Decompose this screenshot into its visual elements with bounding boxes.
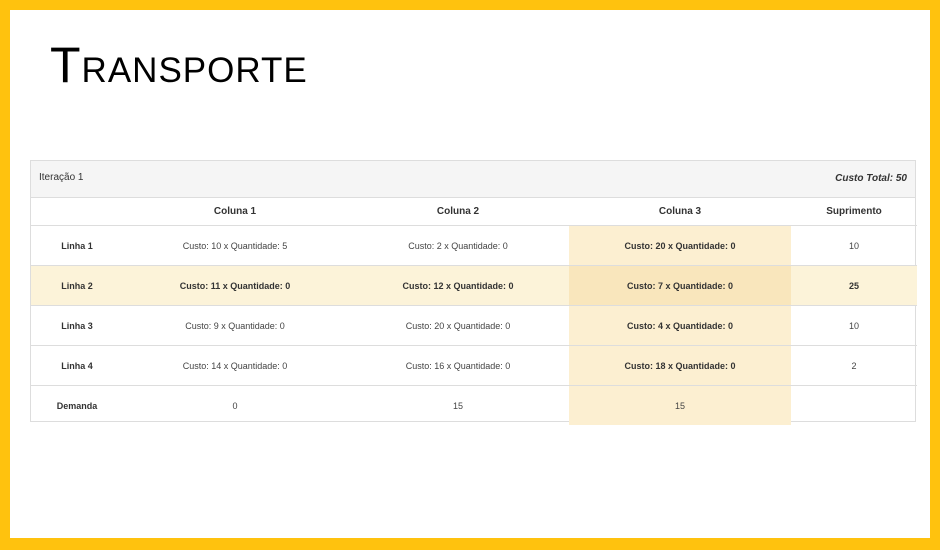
table-row-linha-1: Linha 1 Custo: 10 x Quantidade: 5 Custo:…	[31, 225, 917, 266]
demand-cell: 0	[123, 385, 347, 425]
table-row-linha-2: Linha 2 Custo: 11 x Quantidade: 0 Custo:…	[31, 265, 917, 306]
cost-cell: Custo: 11 x Quantidade: 0	[123, 265, 347, 306]
cost-cell: Custo: 20 x Quantidade: 0	[347, 305, 569, 346]
cost-cell: Custo: 4 x Quantidade: 0	[569, 305, 791, 346]
supply-cell: 10	[791, 305, 917, 346]
page-frame: Transporte Iteração 1 Custo Total: 50 Co…	[10, 10, 930, 538]
cost-cell: Custo: 16 x Quantidade: 0	[347, 345, 569, 386]
row-label: Linha 3	[31, 305, 123, 346]
iteration-label: Iteração 1	[39, 172, 84, 183]
supply-cell: 25	[791, 265, 917, 306]
table-header-row: Coluna 1 Coluna 2 Coluna 3 Suprimento	[31, 198, 917, 226]
header-coluna-2: Coluna 2	[436, 206, 480, 217]
table-row-demanda: Demanda 0 15 15	[31, 385, 917, 425]
supply-cell	[791, 385, 917, 425]
row-label: Linha 4	[31, 345, 123, 386]
cost-cell: Custo: 2 x Quantidade: 0	[347, 225, 569, 266]
demand-cell: 15	[347, 385, 569, 425]
total-cost-label: Custo Total: 50	[835, 173, 907, 184]
header-coluna-1: Coluna 1	[213, 206, 257, 217]
table-row-linha-3: Linha 3 Custo: 9 x Quantidade: 0 Custo: …	[31, 305, 917, 346]
row-label: Linha 2	[31, 265, 123, 306]
cost-cell: Custo: 20 x Quantidade: 0	[569, 225, 791, 266]
panel-heading: Iteração 1 Custo Total: 50	[31, 161, 915, 198]
supply-cell: 10	[791, 225, 917, 266]
cost-cell: Custo: 10 x Quantidade: 5	[123, 225, 347, 266]
row-label: Linha 1	[31, 225, 123, 266]
row-label: Demanda	[31, 385, 123, 425]
header-corner	[31, 198, 123, 226]
cost-cell: Custo: 14 x Quantidade: 0	[123, 345, 347, 386]
transport-table: Coluna 1 Coluna 2 Coluna 3 Suprimento Li…	[31, 198, 917, 425]
cost-cell: Custo: 18 x Quantidade: 0	[569, 345, 791, 386]
cost-cell: Custo: 7 x Quantidade: 0	[569, 265, 791, 306]
header-suprimento: Suprimento	[826, 206, 882, 217]
page-title: Transporte	[50, 37, 308, 93]
demand-cell: 15	[569, 385, 791, 425]
cost-cell: Custo: 9 x Quantidade: 0	[123, 305, 347, 346]
supply-cell: 2	[791, 345, 917, 386]
table-row-linha-4: Linha 4 Custo: 14 x Quantidade: 0 Custo:…	[31, 345, 917, 386]
header-coluna-3: Coluna 3	[658, 206, 702, 217]
iteration-panel: Iteração 1 Custo Total: 50 Coluna 1 Colu…	[30, 160, 917, 425]
cost-cell: Custo: 12 x Quantidade: 0	[347, 265, 569, 306]
